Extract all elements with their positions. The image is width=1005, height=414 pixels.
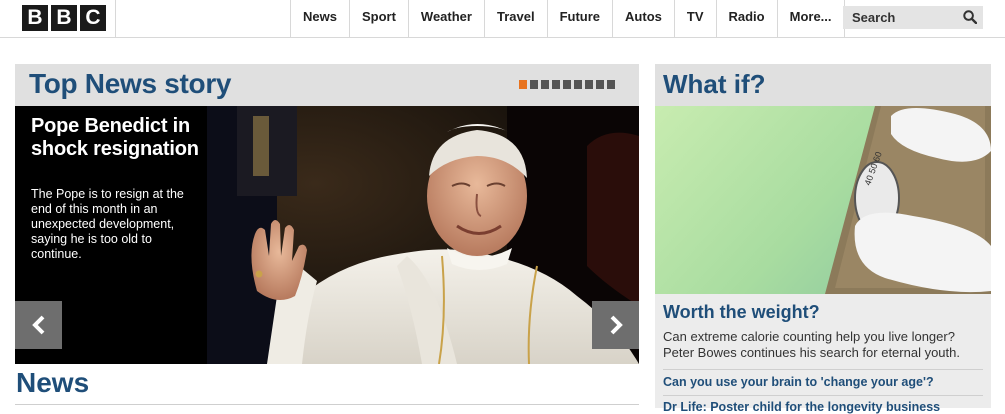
logo-letter-b1: B — [22, 5, 48, 31]
carousel-next-button[interactable] — [592, 301, 639, 349]
carousel-dot[interactable] — [607, 80, 615, 89]
carousel-dot[interactable] — [574, 80, 582, 89]
carousel-prev-button[interactable] — [15, 301, 62, 349]
nav-item-future[interactable]: Future — [546, 0, 612, 38]
nav-item-travel[interactable]: Travel — [483, 0, 547, 38]
main-nav: News Sport Weather Travel Future Autos T… — [290, 0, 845, 38]
search-input[interactable] — [843, 6, 955, 29]
chevron-left-icon — [31, 315, 44, 335]
nav-item-tv[interactable]: TV — [673, 0, 716, 38]
what-if-story-summary: Can extreme calorie counting help you li… — [663, 329, 960, 360]
hero-photo[interactable] — [207, 106, 639, 364]
hero-headline[interactable]: Pope Benedict in shock resignation — [31, 115, 203, 161]
what-if-body: Worth the weight? Can extreme calorie co… — [655, 294, 991, 414]
carousel-dot[interactable] — [552, 80, 560, 89]
what-if-divider-1 — [663, 369, 983, 370]
nav-item-weather[interactable]: Weather — [407, 0, 484, 38]
logo-divider — [115, 0, 116, 38]
carousel-dot[interactable] — [585, 80, 593, 89]
what-if-photo[interactable]: 40 50 60 — [655, 106, 991, 294]
nav-item-more[interactable]: More... — [776, 0, 845, 38]
what-if-link-dr-life[interactable]: Dr Life: Poster child for the longevity … — [663, 400, 940, 414]
chevron-right-icon — [610, 315, 623, 335]
nav-item-news[interactable]: News — [290, 0, 349, 38]
carousel-dot[interactable] — [519, 80, 527, 89]
hero-summary: The Pope is to resign at the end of this… — [31, 187, 184, 261]
news-section-heading[interactable]: News — [16, 367, 89, 399]
carousel-dot[interactable] — [541, 80, 549, 89]
top-news-title: Top News story — [29, 68, 232, 99]
what-if-title[interactable]: What if? — [663, 69, 766, 100]
top-news-header: Top News story — [15, 64, 639, 106]
nav-item-radio[interactable]: Radio — [715, 0, 777, 38]
logo-letter-c: C — [80, 5, 106, 31]
news-divider — [15, 404, 639, 405]
logo-letter-b2: B — [51, 5, 77, 31]
what-if-link-brain-age[interactable]: Can you use your brain to 'change your a… — [663, 375, 934, 389]
search-icon[interactable] — [963, 10, 977, 24]
what-if-header: What if? — [655, 64, 991, 106]
top-news-carousel[interactable]: Pope Benedict in shock resignation The P… — [15, 106, 639, 364]
search-box — [843, 6, 983, 29]
nav-item-sport[interactable]: Sport — [348, 0, 408, 38]
what-if-story-title[interactable]: Worth the weight? — [663, 302, 820, 323]
carousel-dot[interactable] — [563, 80, 571, 89]
what-if-divider-2 — [663, 395, 983, 396]
nav-item-autos[interactable]: Autos — [612, 0, 674, 38]
top-bar: B B C News Sport Weather Travel Future A… — [0, 0, 1005, 38]
bbc-logo[interactable]: B B C — [22, 5, 106, 31]
carousel-dot[interactable] — [530, 80, 538, 89]
carousel-indicators — [519, 80, 615, 89]
carousel-dot[interactable] — [596, 80, 604, 89]
